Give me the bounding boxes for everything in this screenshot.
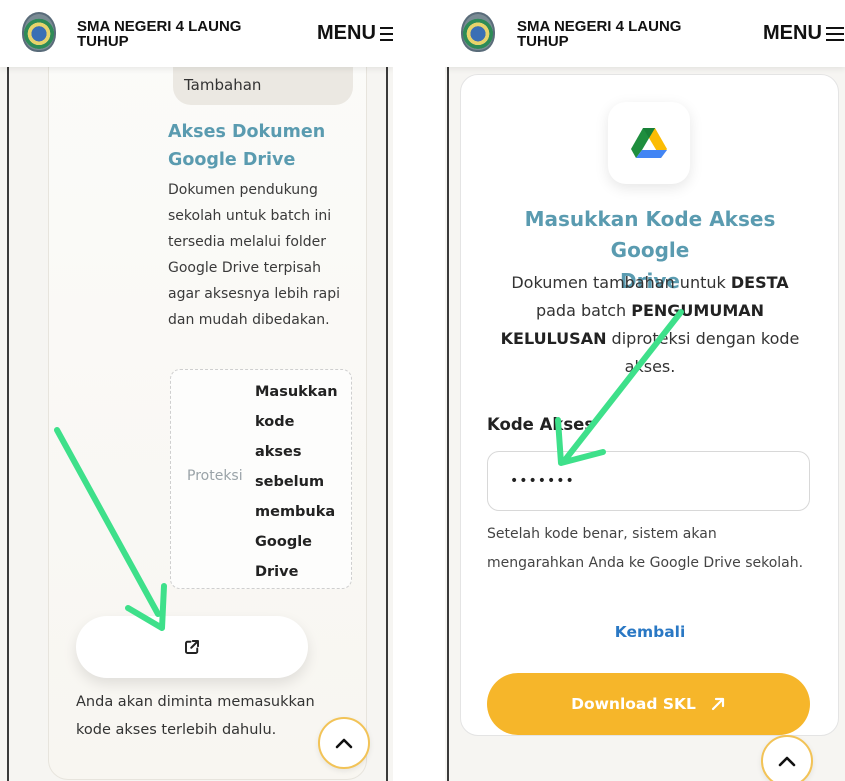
access-code-hint: Setelah kode benar, sistem akan mengarah…	[487, 520, 827, 578]
protection-value-line: akses	[255, 444, 302, 460]
frame-border-left	[447, 60, 449, 781]
hint-line2: mengarahkan Anda ke Google Drive sekolah…	[487, 555, 804, 571]
school-emblem-logo[interactable]	[461, 12, 495, 52]
protection-value-line: kode	[255, 414, 295, 430]
protection-value-line: membuka	[255, 504, 336, 520]
section-title-line2: Google Drive	[168, 150, 296, 170]
description-text: pada batch	[535, 301, 632, 320]
frame-border-right	[386, 60, 388, 781]
access-note-line2: kode akses terlebih dahulu.	[76, 722, 277, 738]
section-description: Dokumen pendukung sekolah untuk batch in…	[168, 177, 363, 333]
access-note-line1: Anda akan diminta memasukkan	[76, 694, 315, 710]
protection-value: Masukkan kode akses sebelum membuka Goog…	[255, 377, 345, 587]
scroll-to-top-button[interactable]	[318, 717, 370, 769]
description-line4: akses.	[624, 357, 676, 376]
menu-button[interactable]: MENU	[763, 22, 844, 45]
batch-name: PENGUMUMAN	[631, 301, 765, 320]
right-screen: SMA NEGERI 4 LAUNG TUHUP MENU Masukkan K…	[445, 0, 845, 781]
protection-value-line: Drive	[255, 564, 299, 580]
school-name-line1: SMA NEGERI 4 LAUNG	[77, 18, 242, 35]
top-navbar: SMA NEGERI 4 LAUNG TUHUP MENU	[0, 0, 393, 67]
description-line: sekolah untuk batch ini	[168, 208, 332, 224]
menu-button[interactable]: MENU	[317, 22, 393, 45]
school-name-line1: SMA NEGERI 4 LAUNG	[517, 18, 682, 35]
protection-value-line: Google	[255, 534, 313, 550]
description-line: Google Drive terpisah	[168, 260, 321, 276]
description-text: Dokumen tambahan untuk	[511, 273, 731, 292]
description-line: tersedia melalui folder	[168, 234, 327, 250]
menu-label: MENU	[317, 22, 376, 44]
scroll-to-top-button[interactable]	[761, 735, 813, 781]
chevron-up-icon	[778, 756, 796, 767]
open-drive-button[interactable]	[76, 616, 308, 678]
protection-value-line: Masukkan	[255, 384, 338, 400]
menu-label: MENU	[763, 22, 822, 44]
google-drive-tile	[608, 102, 690, 184]
page-description: Dokumen tambahan untuk DESTA pada batch …	[485, 269, 815, 381]
arrow-up-right-icon	[711, 697, 725, 711]
top-navbar: SMA NEGERI 4 LAUNG TUHUP MENU	[445, 0, 845, 67]
student-name: DESTA	[730, 273, 789, 292]
school-emblem-logo[interactable]	[22, 12, 56, 52]
access-note: Anda akan diminta memasukkan kode akses …	[76, 688, 326, 744]
tag-label: Tambahan	[184, 76, 262, 94]
hint-line1: Setelah kode benar, sistem akan	[487, 526, 717, 542]
description-line: dan mudah dibedakan.	[168, 312, 330, 328]
school-name-line2: TUHUP	[517, 33, 569, 50]
frame-border-left	[7, 60, 9, 781]
protection-value-line: sebelum	[255, 474, 325, 490]
chevron-up-icon	[335, 738, 353, 749]
google-drive-icon	[631, 128, 667, 158]
protection-label: Proteksi	[187, 468, 243, 484]
external-link-icon	[185, 640, 199, 654]
batch-name: KELULUSAN	[500, 329, 607, 348]
hamburger-icon	[825, 26, 844, 41]
description-line: Dokumen pendukung	[168, 182, 318, 198]
description-line1: Dokumen tambahan untuk DESTA	[485, 269, 815, 297]
access-code-input[interactable]	[487, 451, 810, 511]
description-line3: KELULUSAN diproteksi dengan kode	[485, 325, 815, 353]
access-code-label: Kode Akses	[487, 415, 595, 434]
school-name[interactable]: SMA NEGERI 4 LAUNG TUHUP	[517, 19, 697, 49]
section-title-line1: Akses Dokumen	[168, 122, 326, 142]
section-title: Akses Dokumen Google Drive	[168, 118, 348, 174]
description-text: diproteksi dengan kode	[606, 329, 800, 348]
left-screen: SMA NEGERI 4 LAUNG TUHUP MENU Tambahan A…	[0, 0, 393, 781]
school-name-line2: TUHUP	[77, 33, 129, 50]
download-skl-button[interactable]: Download SKL	[487, 673, 810, 735]
download-label: Download SKL	[571, 695, 696, 713]
back-link[interactable]: Kembali	[595, 623, 705, 641]
description-line2: pada batch PENGUMUMAN	[485, 297, 815, 325]
page-title-line1: Masukkan Kode Akses Google	[524, 207, 776, 262]
hamburger-icon	[379, 26, 393, 41]
school-name[interactable]: SMA NEGERI 4 LAUNG TUHUP	[77, 19, 257, 49]
description-line: agar aksesnya lebih rapi	[168, 286, 341, 302]
